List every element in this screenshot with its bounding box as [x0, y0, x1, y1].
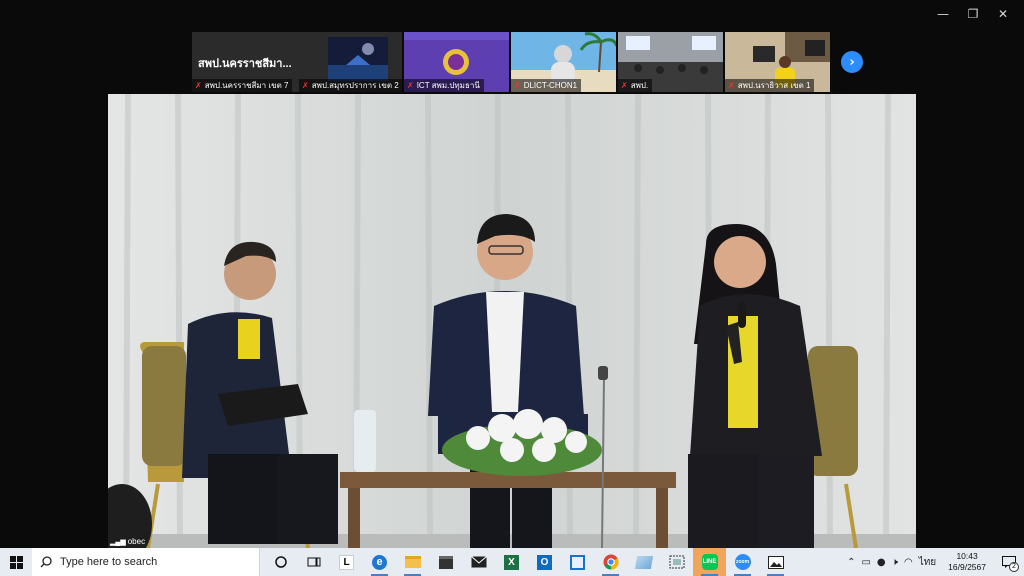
- participant-label: ✗ DLICT-CHON1: [511, 79, 582, 92]
- taskbar-app[interactable]: [660, 548, 693, 576]
- participant-name: สพป.: [630, 81, 649, 90]
- video-feed: [108, 94, 916, 548]
- cortana-button[interactable]: [264, 548, 297, 576]
- cortana-icon: [274, 556, 287, 568]
- l-app-icon: L: [339, 554, 354, 570]
- mic-muted-icon: ✗: [514, 81, 521, 90]
- participant-name-large: สพป.นครราชสีมา...: [198, 58, 292, 70]
- taskbar-app[interactable]: LINE: [693, 548, 726, 576]
- taskbar-app[interactable]: X: [495, 548, 528, 576]
- task-view-button[interactable]: [297, 548, 330, 576]
- notification-count-badge: 2: [1009, 562, 1019, 572]
- snip-icon: [634, 555, 653, 569]
- search-icon: [40, 556, 52, 568]
- excel-icon: X: [504, 554, 519, 570]
- start-button[interactable]: [0, 548, 32, 576]
- photos-icon: [767, 555, 784, 569]
- mic-muted-icon: ✗: [195, 81, 202, 90]
- zoom-icon: zoom: [734, 554, 751, 570]
- participant-thumbnail[interactable]: ✗ สพป.นราธิวาส เขต 1: [725, 32, 830, 92]
- mic-muted-icon: ✗: [302, 81, 309, 90]
- wifi-icon[interactable]: ◠: [904, 557, 913, 568]
- taskbar: Type here to search L e X O LINE zoom ⌃ …: [0, 548, 1024, 576]
- calendar-app-icon: [570, 554, 585, 570]
- mail-icon: [470, 556, 487, 568]
- speaker-muted-icon[interactable]: 🕨: [892, 557, 898, 568]
- clock-date: 16/9/2567: [948, 562, 986, 572]
- participant-strip: สพป.นครราชสีมา... ✗ สพป.นครราชสีมา เขต 7: [192, 32, 832, 92]
- main-video: ▂▄▆ obec: [108, 94, 916, 548]
- mic-muted-icon: ✗: [407, 81, 414, 90]
- taskbar-app[interactable]: [429, 548, 462, 576]
- notification-center-button[interactable]: 2: [998, 552, 1020, 572]
- taskbar-app[interactable]: zoom: [726, 548, 759, 576]
- taskbar-app[interactable]: [594, 548, 627, 576]
- taskbar-app[interactable]: L: [330, 548, 363, 576]
- language-indicator[interactable]: ไทย: [919, 555, 936, 570]
- participant-name: สพป.สมุทรปราการ เขต 2: [311, 81, 399, 90]
- task-view-icon: [307, 557, 320, 567]
- video-label-text: obec: [127, 537, 146, 546]
- participant-name: ICT สพม.ปทุมธานี: [416, 81, 480, 90]
- store-icon: [438, 555, 453, 569]
- restore-button[interactable]: ❐: [958, 4, 988, 24]
- next-page-button[interactable]: ›: [841, 51, 863, 73]
- participant-thumbnail[interactable]: ✗ สพป.: [618, 32, 723, 92]
- battery-icon[interactable]: ▭: [861, 557, 870, 568]
- participant-label: ✗ สพป.: [618, 79, 653, 92]
- chevron-right-icon: ›: [849, 54, 855, 70]
- chevron-up-icon[interactable]: ⌃: [847, 557, 855, 568]
- outlook-icon: O: [537, 554, 552, 570]
- mic-muted-icon: ✗: [728, 81, 735, 90]
- window-controls: — ❐ ✕: [928, 4, 1018, 24]
- taskbar-app[interactable]: [759, 548, 792, 576]
- windows-logo-icon: [9, 555, 23, 569]
- taskbar-app[interactable]: [561, 548, 594, 576]
- participant-name: สพป.นราธิวาส เขต 1: [737, 81, 811, 90]
- zoom-meeting-window: — ❐ ✕ สพป.นครราชสีมา... ✗ สพป.นครราชสีมา…: [0, 0, 1024, 576]
- microphone-icon[interactable]: ●: [877, 557, 886, 568]
- signal-icon: ▂▄▆: [110, 538, 126, 546]
- taskbar-app[interactable]: O: [528, 548, 561, 576]
- minimize-button[interactable]: —: [928, 4, 958, 24]
- pinned-apps: L e X O LINE zoom: [264, 548, 792, 576]
- video-label: ▂▄▆ obec: [110, 537, 145, 546]
- participant-label: ✗ ICT สพม.ปทุมธานี: [404, 79, 484, 92]
- search-placeholder: Type here to search: [60, 556, 158, 568]
- taskbar-app[interactable]: e: [363, 548, 396, 576]
- participant-name: DLICT-CHON1: [523, 81, 578, 90]
- taskbar-app[interactable]: [396, 548, 429, 576]
- system-tray: ⌃ ▭ ● 🕨 ◠ ไทย 10:43 16/9/2567 2: [847, 548, 1024, 576]
- participant-label: ✗ สพป.นครราชสีมา เขต 7: [192, 79, 293, 92]
- taskbar-search-box[interactable]: Type here to search: [32, 548, 260, 576]
- screenshot-icon: [669, 555, 684, 569]
- mic-muted-icon: ✗: [621, 81, 628, 90]
- taskbar-app[interactable]: [627, 548, 660, 576]
- participant-thumbnail[interactable]: ✗ ICT สพม.ปทุมธานี: [404, 32, 509, 92]
- chrome-icon: [603, 554, 619, 570]
- participant-thumbnail[interactable]: ✗ DLICT-CHON1: [511, 32, 616, 92]
- close-button[interactable]: ✕: [988, 4, 1018, 24]
- clock-time: 10:43: [956, 551, 978, 561]
- profile-picture: [328, 37, 388, 81]
- edge-icon: e: [372, 554, 387, 570]
- participant-label: ✗ สพป.นราธิวาส เขต 1: [725, 79, 815, 92]
- participant-name: สพป.นครราชสีมา เขต 7: [204, 81, 289, 90]
- taskbar-app[interactable]: [462, 548, 495, 576]
- line-icon: LINE: [701, 554, 718, 570]
- taskbar-clock[interactable]: 10:43 16/9/2567: [942, 551, 992, 573]
- file-explorer-icon: [404, 556, 421, 568]
- participant-label: ✗ สพป.สมุทรปราการ เขต 2: [299, 79, 403, 92]
